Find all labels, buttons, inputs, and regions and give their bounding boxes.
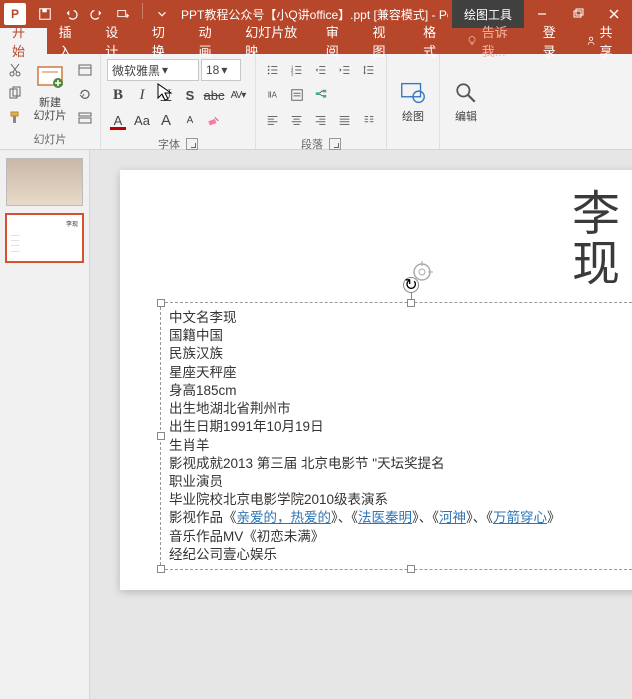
rotate-handle[interactable]: ↻ [403, 277, 419, 293]
numbering-button[interactable]: 123 [286, 59, 308, 81]
paragraph-dialog-launcher[interactable] [329, 138, 341, 150]
font-name-combo[interactable]: 微软雅黑▾ [107, 59, 199, 81]
increase-indent-button[interactable] [334, 59, 356, 81]
title-bar: P PPT教程公众号【小Q讲office】.ppt [兼容模式] - Pow..… [0, 0, 632, 28]
section-icon[interactable] [74, 107, 96, 129]
works-line: 影视作品《亲爱的，热爱的》、《法医秦明》、《河神》、《万箭穿心》 [169, 509, 632, 527]
tab-slideshow[interactable]: 幻灯片放映 [233, 28, 314, 54]
ribbon-group-paragraph: 123 ⅡA 段落 [256, 54, 387, 149]
reset-icon[interactable] [74, 83, 96, 105]
font-size-combo[interactable]: 18▾ [201, 59, 241, 81]
ribbon-group-drawing: 绘图 [387, 54, 440, 149]
tab-design[interactable]: 设计 [93, 28, 140, 54]
shadow-button[interactable]: S [179, 84, 201, 106]
resize-handle[interactable] [157, 299, 165, 307]
align-text-button[interactable] [286, 84, 308, 106]
cut-icon[interactable] [4, 59, 26, 81]
italic-button[interactable]: I [131, 84, 153, 106]
resize-handle[interactable] [407, 565, 415, 573]
svg-text:ⅡA: ⅡA [268, 91, 278, 100]
share-icon [585, 34, 597, 48]
decrease-indent-button[interactable] [310, 59, 332, 81]
strike-button[interactable]: abc [203, 84, 225, 106]
drawing-button[interactable]: 绘图 [391, 75, 435, 125]
copy-icon[interactable] [4, 83, 26, 105]
text-direction-button[interactable]: ⅡA [262, 84, 284, 106]
editing-label: 编辑 [455, 111, 477, 123]
underline-button[interactable]: U [155, 84, 177, 106]
link-3[interactable]: 河神 [439, 510, 466, 525]
link-4[interactable]: 万箭穿心 [493, 510, 547, 525]
ribbon-group-editing: 编辑 [440, 54, 492, 149]
lightbulb-icon [466, 34, 478, 48]
slide-thumbnail-2[interactable]: 李现 ──────────── [6, 214, 83, 262]
tab-review[interactable]: 审阅 [314, 28, 361, 54]
change-case-button[interactable]: Aa [131, 109, 153, 131]
drawing-label: 绘图 [402, 111, 424, 123]
layout-icon[interactable] [74, 59, 96, 81]
share-button[interactable]: 共享 [575, 28, 632, 54]
font-color-button[interactable]: A [107, 109, 129, 131]
resize-handle[interactable] [157, 565, 165, 573]
slide-canvas[interactable]: 李 现 ↻ 中文名李现 国籍中国 民族汉族 星座天秤座 身高185cm 出 [90, 150, 632, 699]
link-1[interactable]: 亲爱的，热爱的 [237, 510, 332, 525]
new-slide-button[interactable]: 新建 幻灯片 [28, 61, 72, 123]
clear-format-button[interactable] [203, 109, 225, 131]
bullets-button[interactable] [262, 59, 284, 81]
resize-handle[interactable] [407, 299, 415, 307]
bold-button[interactable]: B [107, 84, 129, 106]
new-slide-label: 新建 幻灯片 [34, 97, 67, 121]
align-right-button[interactable] [310, 109, 332, 131]
save-icon[interactable] [34, 3, 56, 25]
content-text: 中文名李现 国籍中国 民族汉族 星座天秤座 身高185cm 出生地湖北省荆州市 … [161, 303, 632, 570]
tab-insert[interactable]: 插入 [47, 28, 94, 54]
link-2[interactable]: 法医秦明 [358, 510, 412, 525]
columns-button[interactable] [358, 109, 380, 131]
svg-text:3: 3 [291, 71, 294, 76]
tab-home[interactable]: 开始 [0, 28, 47, 54]
slide-title[interactable]: 李 现 [572, 190, 620, 291]
tab-format[interactable]: 格式 [407, 28, 458, 54]
font-dialog-launcher[interactable] [186, 138, 198, 150]
align-left-button[interactable] [262, 109, 284, 131]
window-title: PPT教程公众号【小Q讲office】.ppt [兼容模式] - Pow... [173, 6, 448, 23]
ribbon-group-slides: 新建 幻灯片 幻灯片 [0, 54, 101, 149]
char-spacing-button[interactable]: AV▾ [227, 84, 249, 106]
slide-thumbnail-1[interactable] [6, 158, 83, 206]
align-center-button[interactable] [286, 109, 308, 131]
tab-view[interactable]: 视图 [360, 28, 407, 54]
tab-transitions[interactable]: 切换 [140, 28, 187, 54]
workspace: 李现 ──────────── 李 现 ↻ 中文名李现 国籍中国 民族汉族 [0, 150, 632, 699]
ribbon-tabs: 开始 插入 设计 切换 动画 幻灯片放映 审阅 视图 格式 告诉我... 登录 … [0, 28, 632, 54]
tab-animations[interactable]: 动画 [187, 28, 234, 54]
shrink-font-button[interactable]: A [179, 109, 201, 131]
ribbon-group-font: 微软雅黑▾ 18▾ B I U S abc AV▾ A Aa A A [101, 54, 256, 149]
editing-button[interactable]: 编辑 [444, 75, 488, 125]
slide-thumbnail-pane[interactable]: 李现 ──────────── [0, 150, 90, 699]
grow-font-button[interactable]: A [155, 109, 177, 131]
ribbon: 新建 幻灯片 幻灯片 微软雅黑▾ 18▾ B I U S [0, 54, 632, 150]
slide: 李 现 ↻ 中文名李现 国籍中国 民族汉族 星座天秤座 身高185cm 出 [120, 170, 632, 590]
tell-me-search[interactable]: 告诉我... [458, 28, 533, 54]
content-textbox[interactable]: ↻ 中文名李现 国籍中国 民族汉族 星座天秤座 身高185cm 出生地湖北省荆州… [160, 302, 632, 570]
resize-handle[interactable] [157, 432, 165, 440]
smartart-button[interactable] [310, 84, 332, 106]
line-spacing-button[interactable] [358, 59, 380, 81]
format-painter-icon[interactable] [4, 107, 26, 129]
sign-in-button[interactable]: 登录 [533, 28, 576, 54]
justify-button[interactable] [334, 109, 356, 131]
slides-group-label: 幻灯片 [4, 129, 96, 149]
